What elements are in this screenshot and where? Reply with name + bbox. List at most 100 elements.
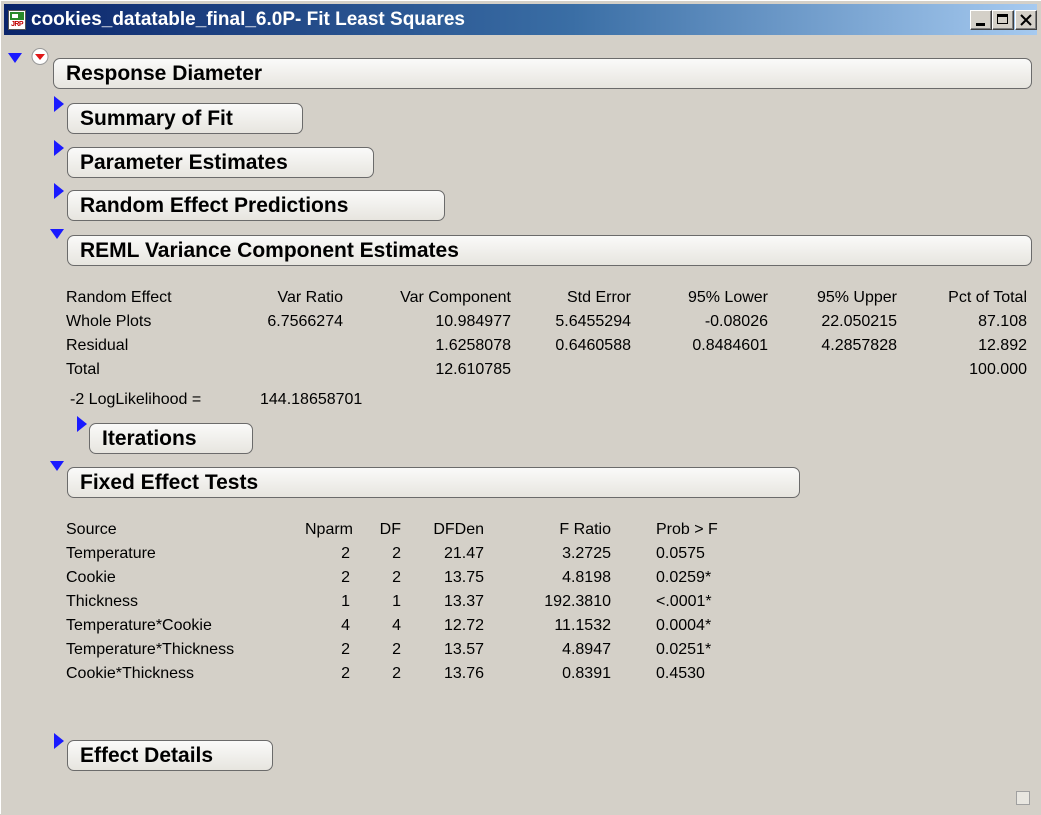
loglikelihood-row: -2 LogLikelihood = 144.18658701 [1,388,1041,412]
table-cell: 12.892 [978,337,1027,354]
close-icon [1020,14,1032,26]
table-cell: <.0001* [656,593,712,610]
table-cell: 2 [392,641,401,658]
table-cell: Temperature*Cookie [66,617,212,634]
fit-least-squares-window: JRP cookies_datatable_final_6.0P- Fit Le… [0,0,1041,814]
table-row: Temperature*Cookie 4 4 12.72 11.1532 0.0… [1,614,801,638]
table-cell: 0.4530 [656,665,705,682]
table-cell: 21.47 [443,545,484,562]
title-bar[interactable]: JRP cookies_datatable_final_6.0P- Fit Le… [4,4,1037,35]
table-cell: 4 [341,617,350,634]
table-row: Cookie 2 2 13.75 4.8198 0.0259* [1,566,801,590]
table-cell: 10.984977 [435,313,511,330]
table-cell: 13.75 [443,569,484,586]
table-cell: 2 [392,665,401,682]
response-diameter-header[interactable]: Response Diameter [53,58,1032,89]
col-header: DF [379,521,401,538]
iterations-header[interactable]: Iterations [89,423,253,454]
table-cell: 4.8947 [562,641,611,658]
col-header: F Ratio [559,521,611,538]
col-header: Prob > F [656,521,718,538]
table-row: Temperature 2 2 21.47 3.2725 0.0575 [1,542,801,566]
table-row: Thickness 1 1 13.37 192.3810 <.0001* [1,590,801,614]
table-row: Whole Plots 6.7566274 10.984977 5.645529… [1,310,1041,334]
table-cell: Thickness [66,593,139,610]
table-cell: 2 [341,641,350,658]
triangle-right-icon[interactable] [54,140,64,156]
table-cell: 0.0575 [656,545,705,562]
triangle-right-icon[interactable] [77,416,87,432]
table-cell: Temperature*Thickness [66,641,235,658]
table-cell: 22.050215 [821,313,897,330]
window-title: cookies_datatable_final_6.0P- Fit Least … [31,9,466,30]
summary-of-fit-label: Summary of Fit [80,107,233,130]
table-cell: Temperature [66,545,156,562]
minimize-button[interactable] [970,10,992,30]
table-cell: 1 [392,593,401,610]
table-row: Total 12.610785 100.000 [1,358,1041,382]
reml-header[interactable]: REML Variance Component Estimates [67,235,1032,266]
table-cell: 2 [341,665,350,682]
table-cell: 0.0251* [656,641,712,658]
table-row: Residual 1.6258078 0.6460588 0.8484601 4… [1,334,1041,358]
table-cell: 4.2857828 [821,337,897,354]
table-cell: Cookie [66,569,116,586]
table-cell: 12.72 [443,617,484,634]
table-cell: 0.8391 [562,665,611,682]
triangle-down-icon[interactable] [8,53,22,63]
table-cell: 2 [392,569,401,586]
effect-details-header[interactable]: Effect Details [67,740,273,771]
table-cell: 6.7566274 [267,313,343,330]
parameter-estimates-label: Parameter Estimates [80,151,288,174]
maximize-button[interactable] [992,10,1014,30]
table-cell: 100.000 [969,361,1027,378]
table-cell: 1.6258078 [435,337,511,354]
loglik-value: 144.18658701 [260,391,363,408]
close-button[interactable] [1015,10,1037,30]
triangle-down-icon[interactable] [50,461,64,471]
table-cell: Total [66,361,100,378]
col-header: Pct of Total [948,289,1027,306]
table-cell: 13.57 [443,641,484,658]
table-cell: 0.6460588 [555,337,631,354]
table-row: Cookie*Thickness 2 2 13.76 0.8391 0.4530 [1,662,801,686]
table-cell: 12.610785 [435,361,511,378]
col-header: DFDen [433,521,484,538]
response-title: Response Diameter [66,62,263,85]
table-cell: 0.0259* [656,569,712,586]
col-header: 95% Upper [816,289,897,306]
red-triangle-menu-icon[interactable] [31,48,49,65]
random-effect-predictions-header[interactable]: Random Effect Predictions [67,190,445,221]
iterations-label: Iterations [102,427,197,450]
col-header: Std Error [566,289,631,306]
table-cell: 11.1532 [554,617,611,634]
col-header: Source [66,521,117,538]
resize-grip[interactable] [1016,791,1030,805]
col-header: 95% Lower [687,289,768,306]
table-cell: 192.3810 [544,593,611,610]
reml-label: REML Variance Component Estimates [80,239,459,262]
table-cell: 2 [341,569,350,586]
table-cell: Cookie*Thickness [66,665,195,682]
table-cell: 13.76 [443,665,484,682]
reml-header-row: Random Effect Var Ratio Var Component St… [1,286,1041,310]
col-header: Random Effect [66,289,172,306]
table-cell: 4.8198 [562,569,611,586]
fixed-header-row: Source Nparm DF DFDen F Ratio Prob > F [1,518,801,542]
summary-of-fit-header[interactable]: Summary of Fit [67,103,303,134]
jmp-app-icon[interactable]: JRP [8,10,26,30]
fixed-effect-tests-label: Fixed Effect Tests [80,471,259,494]
triangle-right-icon[interactable] [54,183,64,199]
minimize-icon [976,23,985,26]
triangle-right-icon[interactable] [54,96,64,112]
table-cell: 2 [341,545,350,562]
table-row: Temperature*Thickness 2 2 13.57 4.8947 0… [1,638,801,662]
table-cell: Whole Plots [66,313,152,330]
col-header: Var Component [400,289,511,306]
triangle-down-icon[interactable] [50,229,64,239]
fixed-effect-tests-header[interactable]: Fixed Effect Tests [67,467,800,498]
table-cell: Residual [66,337,129,354]
triangle-right-icon[interactable] [54,733,64,749]
parameter-estimates-header[interactable]: Parameter Estimates [67,147,374,178]
table-cell: 2 [392,545,401,562]
